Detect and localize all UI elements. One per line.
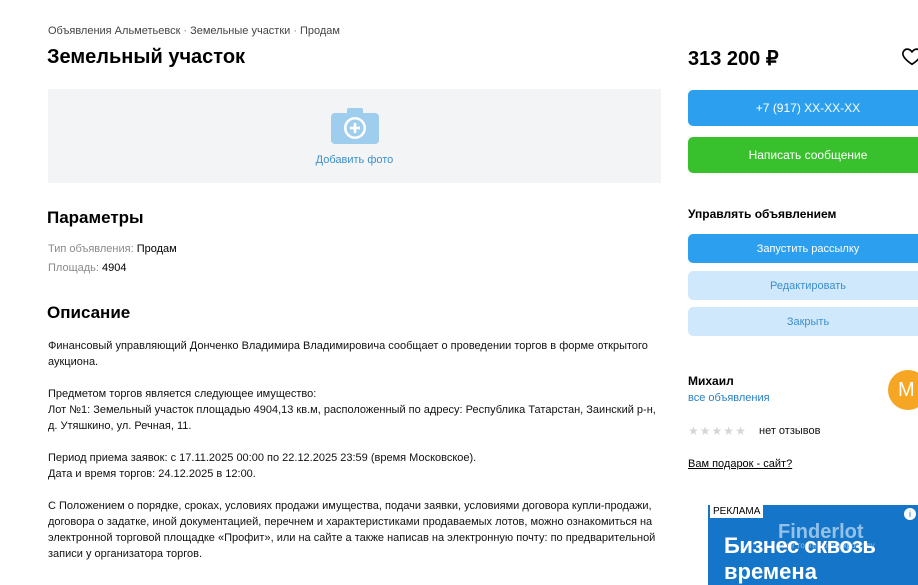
manage-title: Управлять объявлением (688, 207, 837, 221)
price: 313 200 ₽ (688, 48, 779, 70)
breadcrumb-item-ads[interactable]: Объявления Альметьевск (48, 25, 180, 37)
ad-banner[interactable]: РЕКЛАМА i Finderlot все торги по банкрот… (708, 505, 918, 585)
seller-name: Михаил (688, 374, 734, 388)
param-ad-type: Тип объявления: Продам (48, 243, 177, 255)
seller-all-ads-link[interactable]: все объявления (688, 392, 770, 404)
star-icon: ★ (699, 424, 711, 438)
ad-label: РЕКЛАМА (710, 505, 764, 518)
description-paragraph: Предметом торгов является следующее имущ… (48, 388, 656, 432)
description-text: Финансовый управляющий Донченко Владимир… (48, 338, 660, 578)
gift-link[interactable]: Вам подарок - сайт? (688, 458, 792, 470)
ad-headline-2: времена (724, 559, 817, 584)
param-area: Площадь: 4904 (48, 262, 127, 274)
star-icon: ★ (735, 424, 746, 438)
close-ad-button[interactable]: Закрыть (688, 307, 918, 336)
edit-button[interactable]: Редактировать (688, 271, 918, 300)
breadcrumb-separator: · (293, 25, 297, 37)
star-icon: ★ (723, 424, 735, 438)
rating-stars: ★ ★ ★ ★ ★ (688, 424, 746, 438)
reviews-count: нет отзывов (759, 425, 821, 437)
page-title: Земельный участок (47, 46, 246, 68)
camera-plus-icon (330, 107, 380, 150)
info-icon[interactable]: i (904, 508, 916, 520)
param-value: Продам (136, 243, 177, 255)
add-photo-area[interactable]: Добавить фото (48, 89, 661, 183)
description-paragraph: С Положением о порядке, сроках, условиях… (48, 500, 656, 560)
breadcrumb-separator: · (183, 25, 188, 37)
breadcrumb-item-sell[interactable]: Продам (300, 25, 340, 37)
start-mailing-button[interactable]: Запустить рассылку (688, 234, 918, 263)
star-icon: ★ (688, 424, 699, 438)
ad-headline: Бизнес сквозь (724, 533, 876, 558)
param-key: Площадь: (48, 262, 99, 274)
write-message-button[interactable]: Написать сообщение (688, 137, 918, 173)
show-phone-button[interactable]: +7 (917) XX-XX-XX (688, 90, 918, 126)
star-icon: ★ (711, 424, 723, 438)
param-key: Тип объявления: (48, 243, 134, 255)
param-value: 4904 (102, 262, 127, 274)
params-title: Параметры (47, 208, 144, 227)
breadcrumb: Объявления Альметьевск · Земельные участки… (48, 25, 340, 37)
description-paragraph: Период приема заявок: с 17.11.2025 00:00… (48, 452, 477, 480)
description-title: Описание (47, 303, 131, 322)
avatar[interactable]: М (888, 370, 918, 410)
description-paragraph: Финансовый управляющий Донченко Владимир… (48, 340, 648, 368)
breadcrumb-item-land[interactable]: Земельные участки (190, 25, 290, 37)
add-photo-label: Добавить фото (315, 153, 394, 166)
heart-icon[interactable] (901, 45, 918, 72)
